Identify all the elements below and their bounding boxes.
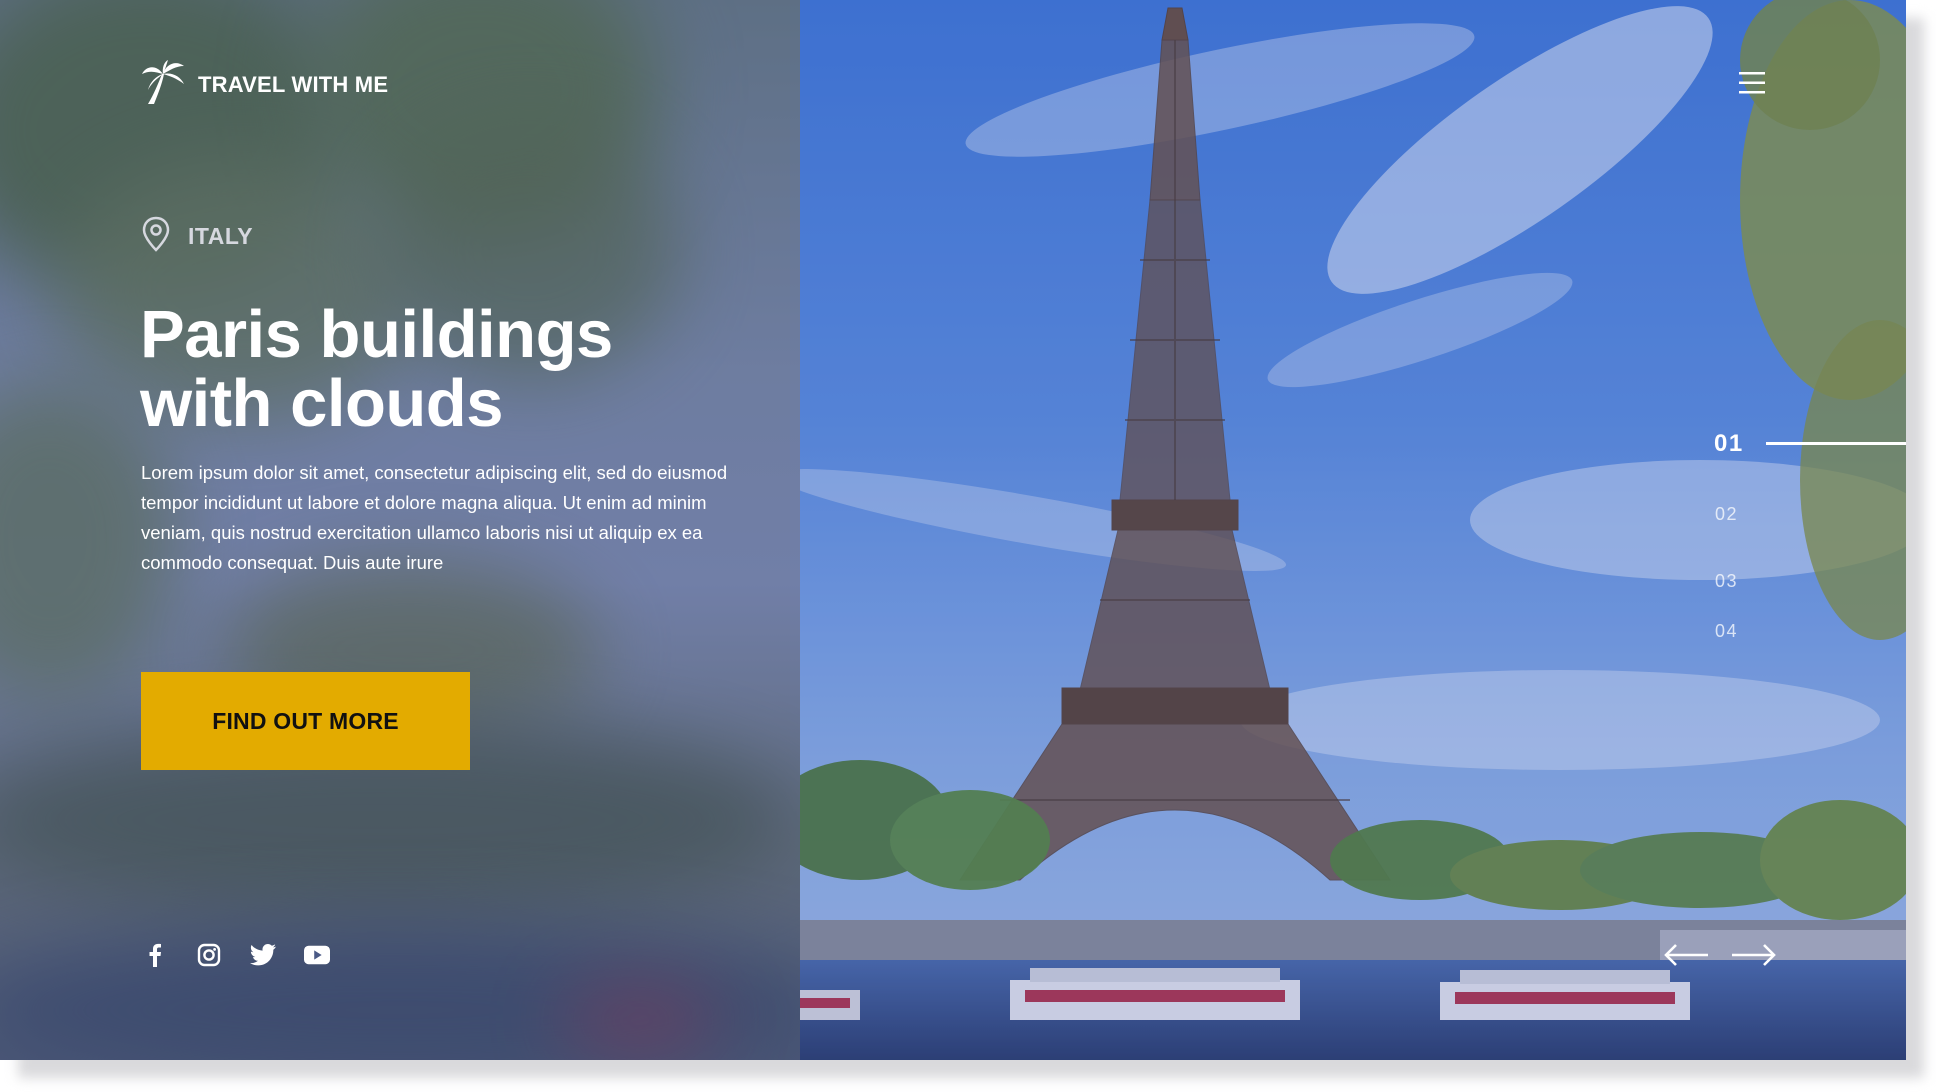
hero-description: Lorem ipsum dolor sit amet, consectetur …	[141, 462, 728, 573]
palm-tree-icon	[142, 60, 184, 109]
active-slide-line	[1766, 442, 1906, 445]
brand-logo[interactable]: TRAVEL WITH ME	[142, 60, 388, 109]
slide-indicator-3[interactable]: 03	[1715, 571, 1738, 592]
slide-indicator-2[interactable]: 02	[1715, 504, 1738, 525]
instagram-icon[interactable]	[196, 942, 222, 968]
social-links	[142, 942, 330, 968]
facebook-icon[interactable]	[142, 942, 168, 968]
map-pin-icon	[142, 216, 170, 257]
hero-section: TRAVEL WITH ME ITALY Paris buildings wit…	[0, 0, 1906, 1060]
twitter-icon[interactable]	[250, 942, 276, 968]
find-out-more-button[interactable]: FIND OUT MORE	[141, 672, 470, 770]
hamburger-menu-icon[interactable]	[1737, 70, 1767, 96]
location: ITALY	[142, 216, 253, 257]
hero-title-line-1: Paris buildings	[140, 297, 613, 372]
hero-title-line-2: with clouds	[140, 366, 504, 441]
slide-indicator-4[interactable]: 04	[1715, 621, 1738, 642]
location-label: ITALY	[188, 223, 254, 249]
youtube-icon[interactable]	[304, 942, 330, 968]
right-overlay	[800, 0, 1906, 1060]
brand-name: TRAVEL WITH ME	[198, 71, 389, 97]
slide-indicator-1[interactable]: 01	[1714, 430, 1744, 458]
arrow-left-icon[interactable]	[1662, 942, 1710, 968]
arrow-right-icon[interactable]	[1730, 942, 1778, 968]
hero-image	[800, 0, 1906, 1060]
hero-title: Paris buildings with clouds	[140, 300, 760, 438]
